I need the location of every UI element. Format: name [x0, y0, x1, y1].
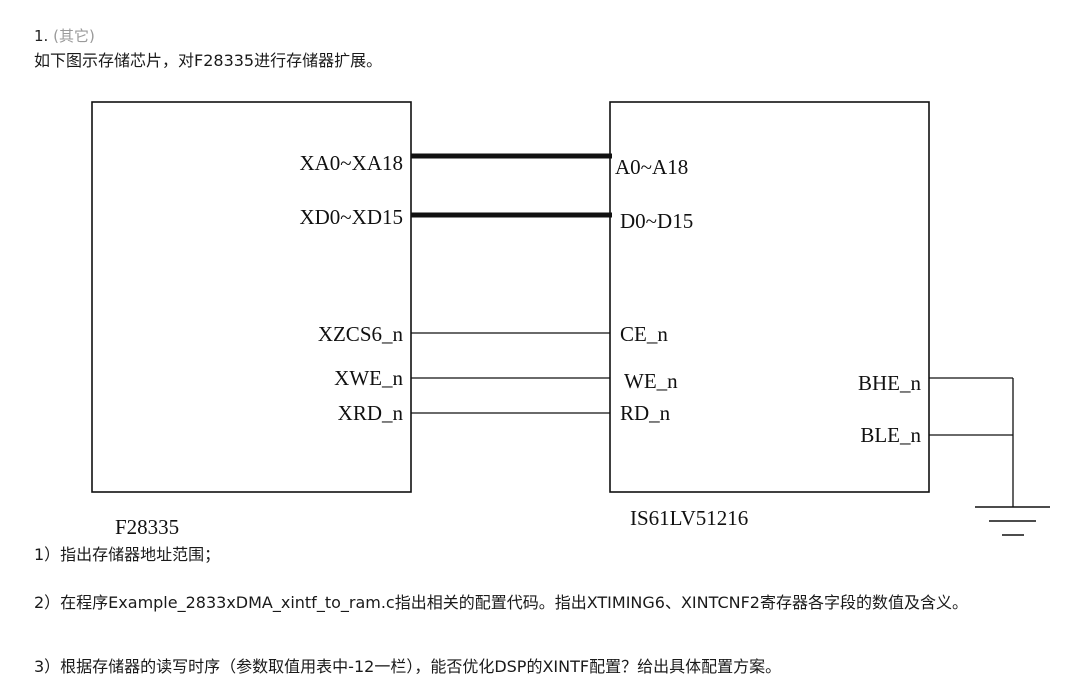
- question-item: 1）指出存储器地址范围；: [34, 545, 221, 564]
- question-item: 2）在程序Example_2833xDMA_xintf_to_ram.c指出相关…: [34, 593, 968, 612]
- pin-label-xa: XA0~XA18: [299, 151, 403, 175]
- pin-label-ce: CE_n: [620, 322, 668, 346]
- pin-label-ble: BLE_n: [860, 423, 921, 447]
- pin-label-bhe: BHE_n: [858, 371, 922, 395]
- pin-label-rd: RD_n: [620, 401, 671, 425]
- ground-symbol: [975, 506, 1050, 536]
- is61lv51216-chip-name: IS61LV51216: [630, 506, 748, 530]
- pin-label-xrd: XRD_n: [338, 401, 404, 425]
- pin-label-xd: XD0~XD15: [299, 205, 403, 229]
- pin-label-xwe: XWE_n: [334, 366, 403, 390]
- question-item: 3）根据存储器的读写时序（参数取值用表中-12一栏），能否优化DSP的XINTF…: [34, 657, 782, 676]
- pin-label-a: A0~A18: [615, 155, 688, 179]
- f28335-chip-name: F28335: [115, 515, 179, 539]
- pin-label-xzcs6: XZCS6_n: [318, 322, 404, 346]
- pin-label-we: WE_n: [624, 369, 678, 393]
- pin-label-d: D0~D15: [620, 209, 693, 233]
